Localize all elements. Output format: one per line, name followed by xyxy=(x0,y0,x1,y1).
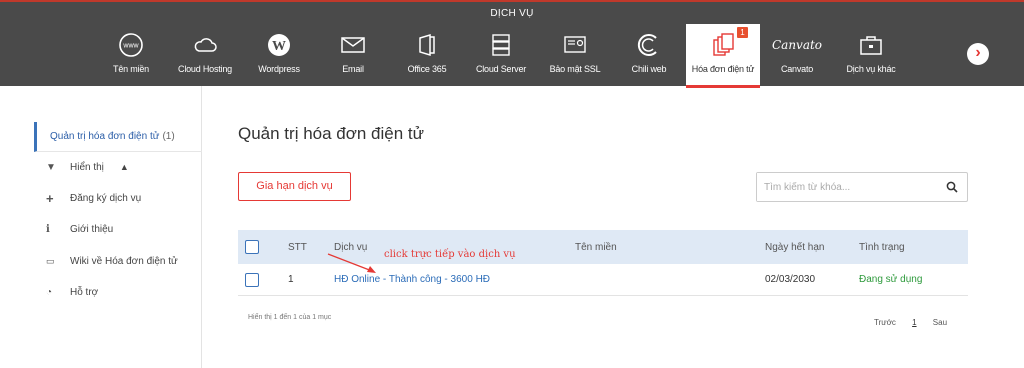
service-label: Cloud Server xyxy=(475,64,527,74)
sidebar-item-label: Wiki về Hóa đơn điện tử xyxy=(70,255,178,267)
support-icon: ◔ xyxy=(46,286,53,298)
service-cloud-server[interactable]: Cloud Server xyxy=(464,24,538,88)
search-input[interactable] xyxy=(757,173,937,201)
column-status: Tình trạng xyxy=(859,241,905,253)
column-stt: STT xyxy=(288,241,307,253)
sidebar-main-label: Quản trị hóa đơn điện tử xyxy=(50,131,160,142)
svg-text:W: W xyxy=(272,39,286,54)
sidebar-item-label: Đăng ký dịch vụ xyxy=(70,192,142,204)
service-list: www Tên miền Cloud Hosting W Wordpress E… xyxy=(94,24,908,88)
cloud-icon xyxy=(194,38,217,52)
row-expiry: 02/03/2030 xyxy=(765,274,816,285)
caret-up-icon: ▲ xyxy=(119,162,129,172)
search-icon[interactable] xyxy=(946,181,958,193)
top-service-bar: DỊCH VỤ www Tên miền Cloud Hosting W Wor… xyxy=(0,0,1024,88)
sidebar-item-label: Hiển thị xyxy=(70,161,104,173)
service-label: Bảo mật SSL xyxy=(549,64,601,74)
sidebar-item-hien-thi[interactable]: ▼ Hiển thị ▲ xyxy=(34,152,202,182)
svg-text:Canvato: Canvato xyxy=(772,38,822,52)
pagination-prev[interactable]: Trước xyxy=(874,318,896,327)
row-checkbox[interactable] xyxy=(245,272,259,287)
service-label: Tên miền xyxy=(113,64,149,74)
chili-icon xyxy=(637,34,657,56)
service-label: Email xyxy=(342,64,364,74)
pagination: Trước 1 Sau xyxy=(874,318,961,327)
row-status: Đang sử dụng xyxy=(859,274,923,285)
annotation-arrow xyxy=(327,253,376,273)
annotation-note: click trực tiếp vào dịch vụ xyxy=(384,249,516,260)
service-label: Dịch vụ khác xyxy=(846,64,896,74)
server-icon xyxy=(492,34,510,56)
service-dich-vu-khac[interactable]: Dịch vụ khác xyxy=(834,24,908,88)
sidebar-item-label: Hỗ trợ xyxy=(70,286,99,298)
plus-icon: + xyxy=(46,190,54,206)
service-cloud-hosting[interactable]: Cloud Hosting xyxy=(168,24,242,88)
canvato-logo-icon: Canvato xyxy=(772,38,822,52)
service-wordpress[interactable]: W Wordpress xyxy=(242,24,316,88)
page-title: Quản trị hóa đơn điện tử xyxy=(238,124,425,143)
service-label: Hóa đơn điện tử xyxy=(691,64,755,74)
service-ssl[interactable]: Bảo mật SSL xyxy=(538,24,612,88)
sidebar-item-gioi-thieu[interactable]: i Giới thiệu xyxy=(34,214,202,244)
service-office-365[interactable]: Office 365 xyxy=(390,24,464,88)
service-label: Wordpress xyxy=(258,64,300,74)
www-globe-icon: www xyxy=(119,33,143,57)
select-all-checkbox[interactable] xyxy=(245,240,259,254)
table-info: Hiển thị 1 đến 1 của 1 mục xyxy=(248,314,332,321)
column-domain: Tên miền xyxy=(575,241,617,253)
service-chili-web[interactable]: Chili web xyxy=(612,24,686,88)
sidebar-item-wiki[interactable]: ▭ Wiki về Hóa đơn điện tử xyxy=(34,246,202,276)
info-icon: i xyxy=(46,223,50,235)
id-card-icon: ▭ xyxy=(46,255,55,266)
chevron-right-icon: › xyxy=(975,44,981,61)
column-expiry: Ngày hết hạn xyxy=(765,241,825,253)
certificate-icon xyxy=(564,36,586,53)
service-canvato[interactable]: Canvato Canvato xyxy=(760,24,834,88)
next-services-button[interactable]: › xyxy=(967,43,989,65)
sidebar-item-ho-tro[interactable]: ◔ Hỗ trợ xyxy=(34,277,202,307)
sidebar-main-count: (1) xyxy=(162,131,175,142)
service-label: Chili web xyxy=(631,64,667,74)
service-bar-title: DỊCH VỤ xyxy=(490,8,534,19)
filter-icon: ▼ xyxy=(46,161,56,173)
svg-text:www: www xyxy=(122,43,139,50)
search-box xyxy=(756,172,968,202)
invoice-icon xyxy=(713,33,734,56)
service-label: Cloud Hosting xyxy=(178,64,232,74)
pagination-current[interactable]: 1 xyxy=(912,318,916,327)
service-label: Canvato xyxy=(780,64,814,74)
service-label: Office 365 xyxy=(407,64,447,74)
envelope-icon xyxy=(341,37,365,53)
service-ten-mien[interactable]: www Tên miền xyxy=(94,24,168,88)
sidebar-item-main[interactable]: Quản trị hóa đơn điện tử (1) xyxy=(34,122,202,152)
sidebar: Quản trị hóa đơn điện tử (1) ▼ Hiển thị … xyxy=(0,86,202,368)
toolbox-icon xyxy=(860,36,882,55)
wordpress-icon: W xyxy=(268,34,290,56)
sidebar-item-label: Giới thiệu xyxy=(70,223,114,235)
service-hoa-don-dien-tu[interactable]: 1 Hóa đơn điện tử xyxy=(686,24,760,88)
renew-service-button[interactable]: Gia hạn dịch vụ xyxy=(238,172,351,201)
service-email[interactable]: Email xyxy=(316,24,390,88)
pagination-next[interactable]: Sau xyxy=(933,318,947,327)
notification-badge: 1 xyxy=(737,27,748,38)
office-icon xyxy=(419,33,435,57)
row-stt: 1 xyxy=(288,274,294,285)
sidebar-item-dang-ky[interactable]: + Đăng ký dịch vụ xyxy=(34,183,202,213)
